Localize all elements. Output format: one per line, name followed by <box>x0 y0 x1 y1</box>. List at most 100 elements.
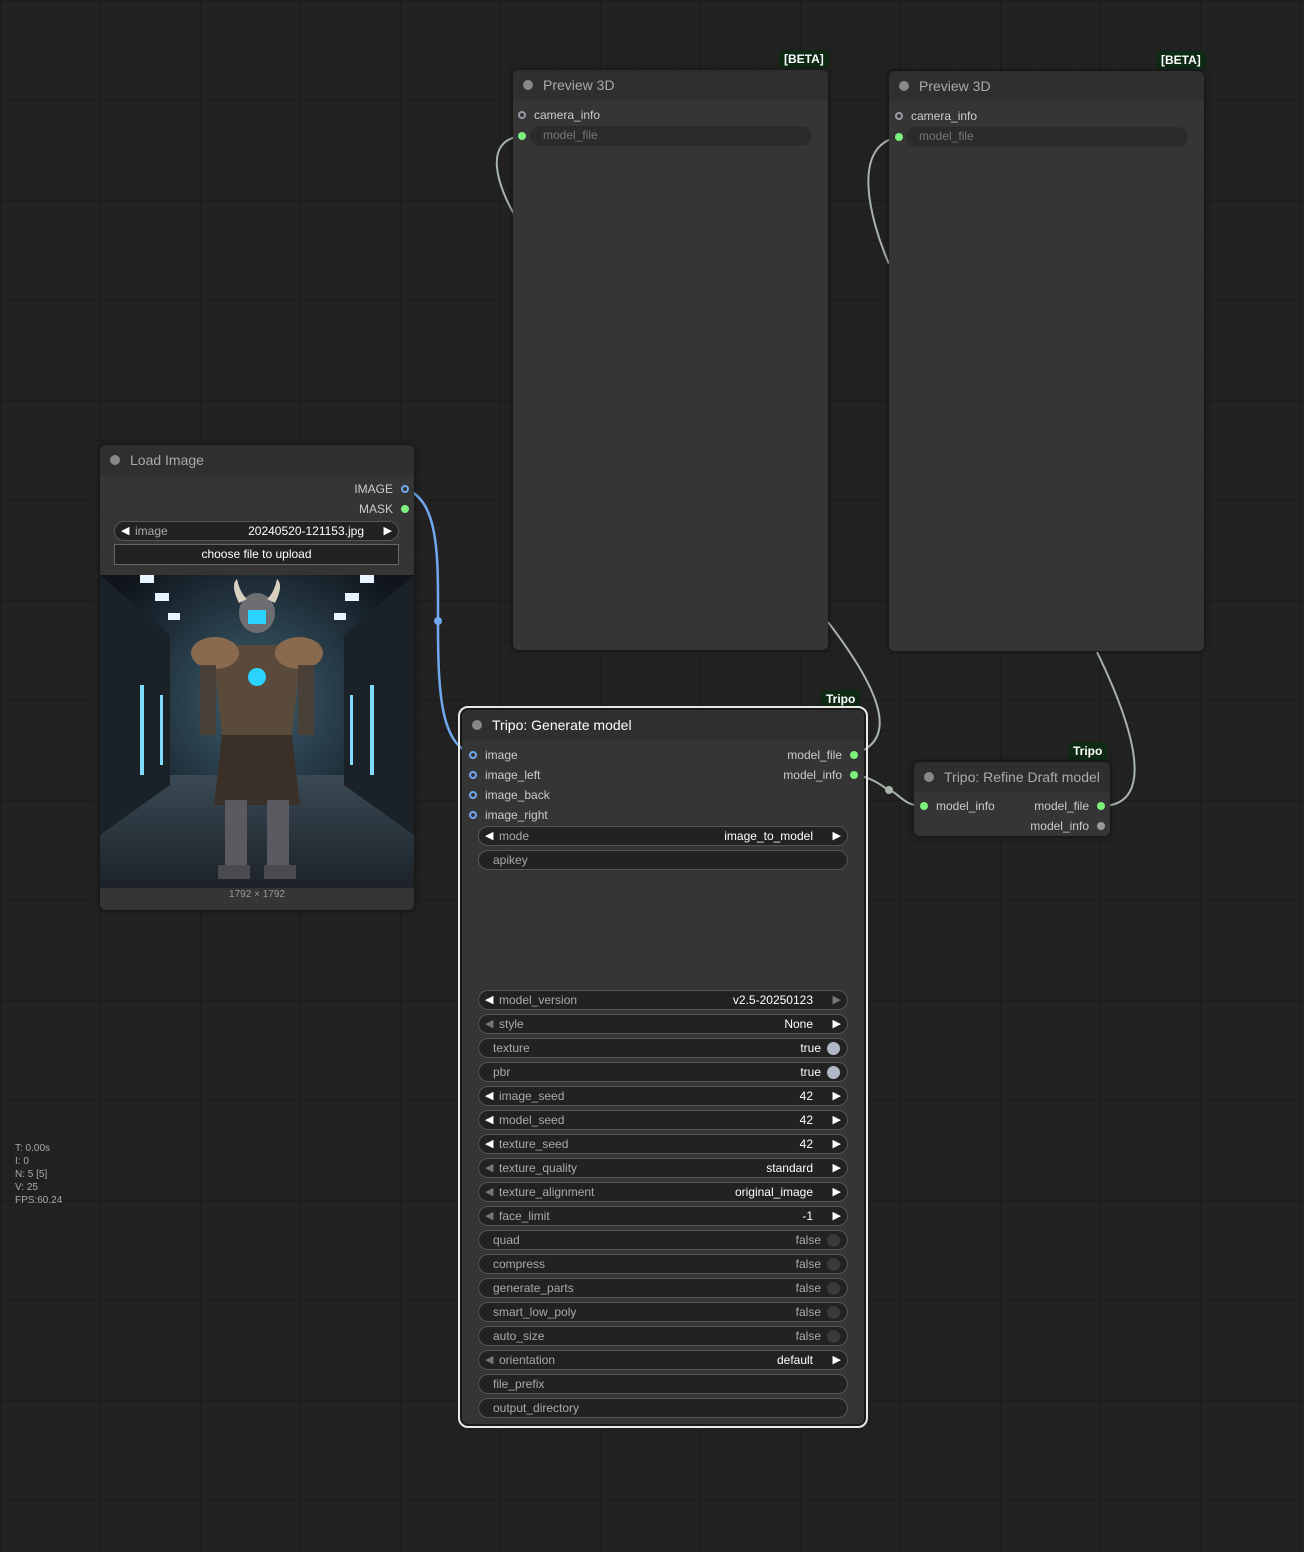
collapse-dot-icon[interactable] <box>523 80 533 90</box>
node-title: Tripo: Generate model <box>492 717 632 733</box>
output-model-info[interactable]: model_info <box>783 767 858 783</box>
input-socket-icon[interactable] <box>469 811 477 819</box>
toggle-knob-icon[interactable] <box>827 1330 840 1343</box>
node-title-bar[interactable]: Tripo: Refine Draft model <box>914 762 1110 792</box>
output-model-file[interactable]: model_file <box>787 747 858 763</box>
texture-quality-combo[interactable]: ◀ texture_quality standard ▶ <box>478 1158 848 1178</box>
texture-alignment-combo[interactable]: ◀ texture_alignment original_image ▶ <box>478 1182 848 1202</box>
arrow-right-icon[interactable]: ▶ <box>384 522 392 540</box>
output-socket-icon[interactable] <box>1097 802 1105 810</box>
input-camera-info[interactable]: camera_info <box>895 108 977 124</box>
auto-size-toggle[interactable]: auto_size false <box>478 1326 848 1346</box>
toggle-knob-icon[interactable] <box>827 1258 840 1271</box>
model-seed-number[interactable]: ◀ model_seed 42 ▶ <box>478 1110 848 1130</box>
arrow-right-icon[interactable]: ▶ <box>833 991 841 1009</box>
output-model-info[interactable]: model_info <box>1030 818 1105 834</box>
node-title-bar[interactable]: Preview 3D <box>513 70 828 100</box>
load-image-node[interactable]: Load Image IMAGE MASK ◀ image 20240520-1… <box>100 445 414 910</box>
arrow-left-icon[interactable]: ◀ <box>485 1159 493 1177</box>
texture-toggle[interactable]: texture true <box>478 1038 848 1058</box>
generate-parts-toggle[interactable]: generate_parts false <box>478 1278 848 1298</box>
arrow-right-icon[interactable]: ▶ <box>833 1135 841 1153</box>
arrow-left-icon[interactable]: ◀ <box>485 1207 493 1225</box>
input-image[interactable]: image <box>469 747 518 763</box>
input-socket-icon[interactable] <box>469 771 477 779</box>
input-socket-icon[interactable] <box>920 802 928 810</box>
arrow-left-icon[interactable]: ◀ <box>485 1015 493 1033</box>
face-limit-number[interactable]: ◀ face_limit -1 ▶ <box>478 1206 848 1226</box>
model-file-field[interactable]: model_file <box>530 126 812 146</box>
input-socket-icon[interactable] <box>469 751 477 759</box>
arrow-right-icon[interactable]: ▶ <box>833 1087 841 1105</box>
arrow-right-icon[interactable]: ▶ <box>833 1351 841 1369</box>
output-socket-icon[interactable] <box>850 751 858 759</box>
file-prefix-field[interactable]: file_prefix <box>478 1374 848 1394</box>
input-image-back[interactable]: image_back <box>469 787 550 803</box>
tripo-generate-model-node[interactable]: Tripo: Generate model image image_left i… <box>458 706 868 1428</box>
node-title-bar[interactable]: Tripo: Generate model <box>462 710 864 740</box>
arrow-right-icon[interactable]: ▶ <box>833 1111 841 1129</box>
arrow-right-icon[interactable]: ▶ <box>833 1159 841 1177</box>
output-socket-icon[interactable] <box>401 505 409 513</box>
toggle-knob-icon[interactable] <box>827 1306 840 1319</box>
preview-3d-node-1[interactable]: Preview 3D camera_info model_file <box>513 70 828 650</box>
mode-combo[interactable]: ◀ mode image_to_model ▶ <box>478 826 848 846</box>
arrow-left-icon[interactable]: ◀ <box>485 1111 493 1129</box>
stat-iterations: I: 0 <box>15 1156 29 1167</box>
collapse-dot-icon[interactable] <box>924 772 934 782</box>
arrow-right-icon[interactable]: ▶ <box>833 1015 841 1033</box>
input-image-left[interactable]: image_left <box>469 767 540 783</box>
preview-3d-node-2[interactable]: Preview 3D camera_info model_file <box>889 71 1204 651</box>
input-model-info[interactable]: model_info <box>920 798 995 814</box>
model-file-field[interactable]: model_file <box>906 127 1188 147</box>
output-model-file[interactable]: model_file <box>1034 798 1105 814</box>
tripo-refine-draft-model-node[interactable]: Tripo: Refine Draft model model_info mod… <box>914 762 1110 836</box>
image-select-combo[interactable]: ◀ image 20240520-121153.jpg ▶ <box>114 521 399 541</box>
arrow-left-icon[interactable]: ◀ <box>121 522 129 540</box>
quad-toggle[interactable]: quad false <box>478 1230 848 1250</box>
collapse-dot-icon[interactable] <box>899 81 909 91</box>
input-image-right[interactable]: image_right <box>469 807 548 823</box>
input-socket-icon[interactable] <box>469 791 477 799</box>
texture-seed-number[interactable]: ◀ texture_seed 42 ▶ <box>478 1134 848 1154</box>
arrow-left-icon[interactable]: ◀ <box>485 1351 493 1369</box>
smart-low-poly-toggle[interactable]: smart_low_poly false <box>478 1302 848 1322</box>
node-title-bar[interactable]: Preview 3D <box>889 71 1204 101</box>
arrow-left-icon[interactable]: ◀ <box>485 991 493 1009</box>
toggle-knob-icon[interactable] <box>827 1282 840 1295</box>
arrow-right-icon[interactable]: ▶ <box>833 1207 841 1225</box>
image-seed-number[interactable]: ◀ image_seed 42 ▶ <box>478 1086 848 1106</box>
toggle-knob-icon[interactable] <box>827 1042 840 1055</box>
toggle-knob-icon[interactable] <box>827 1066 840 1079</box>
model-file-input-socket-icon[interactable] <box>518 132 526 140</box>
apikey-field[interactable]: apikey <box>478 850 848 870</box>
pbr-toggle[interactable]: pbr true <box>478 1062 848 1082</box>
output-socket-icon[interactable] <box>850 771 858 779</box>
model-file-input-socket-icon[interactable] <box>895 133 903 141</box>
arrow-right-icon[interactable]: ▶ <box>833 827 841 845</box>
style-combo[interactable]: ◀ style None ▶ <box>478 1014 848 1034</box>
arrow-right-icon[interactable]: ▶ <box>833 1183 841 1201</box>
image-preview <box>100 575 414 888</box>
node-title-bar[interactable]: Load Image <box>100 445 414 475</box>
output-directory-field[interactable]: output_directory <box>478 1398 848 1418</box>
input-camera-info[interactable]: camera_info <box>518 107 600 123</box>
output-image[interactable]: IMAGE <box>354 481 409 497</box>
orientation-combo[interactable]: ◀ orientation default ▶ <box>478 1350 848 1370</box>
arrow-left-icon[interactable]: ◀ <box>485 827 493 845</box>
collapse-dot-icon[interactable] <box>110 455 120 465</box>
output-socket-icon[interactable] <box>1097 822 1105 830</box>
toggle-knob-icon[interactable] <box>827 1234 840 1247</box>
output-socket-icon[interactable] <box>401 485 409 493</box>
model-version-combo[interactable]: ◀ model_version v2.5-20250123 ▶ <box>478 990 848 1010</box>
arrow-left-icon[interactable]: ◀ <box>485 1183 493 1201</box>
upload-button[interactable]: choose file to upload <box>114 544 399 565</box>
tripo-badge: Tripo <box>821 690 861 708</box>
arrow-left-icon[interactable]: ◀ <box>485 1087 493 1105</box>
collapse-dot-icon[interactable] <box>472 720 482 730</box>
input-socket-icon[interactable] <box>895 112 903 120</box>
input-socket-icon[interactable] <box>518 111 526 119</box>
compress-toggle[interactable]: compress false <box>478 1254 848 1274</box>
output-mask[interactable]: MASK <box>359 501 409 517</box>
arrow-left-icon[interactable]: ◀ <box>485 1135 493 1153</box>
